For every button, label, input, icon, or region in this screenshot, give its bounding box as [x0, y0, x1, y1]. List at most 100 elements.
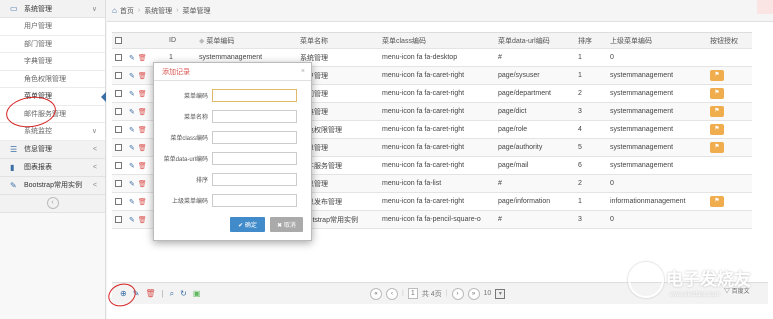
- col-parent[interactable]: 上级菜单编码: [607, 32, 707, 49]
- trash-icon[interactable]: 🗑: [138, 181, 147, 188]
- page-size: 10: [483, 290, 492, 297]
- sidebar-item-user[interactable]: 用户管理: [0, 18, 105, 36]
- col-id[interactable]: ID: [166, 32, 196, 49]
- page-input[interactable]: 1: [407, 288, 418, 299]
- col-name[interactable]: 菜单名称: [297, 32, 379, 49]
- refresh-icon[interactable]: ↻: [180, 289, 187, 299]
- edit-icon[interactable]: ✎: [129, 55, 135, 62]
- trash-icon[interactable]: 🗑: [138, 109, 147, 116]
- cell-class: menu-icon fa fa-caret-right: [379, 156, 495, 175]
- breadcrumb-separator: ›: [176, 7, 179, 14]
- trash-icon[interactable]: 🗑: [138, 163, 147, 170]
- flag-icon[interactable]: ⚑: [710, 106, 724, 117]
- cell-order: 1: [575, 192, 607, 211]
- edit-icon[interactable]: ✎: [129, 199, 135, 206]
- form-row-name: 菜单名称: [154, 108, 311, 125]
- form-row-class: 菜单class编码: [154, 129, 311, 146]
- list-icon: ☰: [10, 144, 18, 154]
- row-checkbox[interactable]: [112, 192, 126, 211]
- sort-icon: ◆: [199, 37, 205, 45]
- flag-icon[interactable]: ⚑: [710, 70, 724, 81]
- last-page-button[interactable]: »: [467, 287, 480, 300]
- breadcrumb-home[interactable]: 首页: [120, 6, 134, 16]
- page-size-select[interactable]: ▼: [495, 288, 506, 299]
- confirm-button[interactable]: ✔ 确定: [230, 217, 265, 232]
- row-checkbox[interactable]: [112, 102, 126, 121]
- prev-page-button[interactable]: ‹: [386, 287, 398, 300]
- breadcrumb: ⌂ 首页 › 系统管理 › 菜单管理: [107, 0, 773, 22]
- page-total: 共 4页: [421, 290, 442, 298]
- breadcrumb-level1[interactable]: 系统管理: [144, 6, 172, 16]
- add-record-dialog: 添加记录 × 菜单编码 菜单名称 菜单class编码 菜单data-url编码 …: [153, 62, 312, 241]
- col-order[interactable]: 排序: [575, 32, 607, 49]
- select-all-checkbox[interactable]: [112, 32, 126, 49]
- order-input[interactable]: [212, 173, 297, 186]
- flag-icon[interactable]: ⚑: [710, 88, 724, 99]
- menu-code-input[interactable]: [212, 89, 297, 102]
- cell-parent: 0: [607, 210, 707, 229]
- trash-icon[interactable]: 🗑: [138, 199, 147, 206]
- edit-icon[interactable]: ✎: [129, 91, 135, 98]
- trash-icon[interactable]: 🗑: [138, 73, 147, 80]
- export-icon[interactable]: ▣: [193, 289, 201, 299]
- edit-icon[interactable]: ✎: [129, 109, 135, 116]
- menu-class-input[interactable]: [212, 131, 297, 144]
- trash-icon[interactable]: 🗑: [138, 217, 147, 224]
- trash-icon[interactable]: 🗑: [138, 91, 147, 98]
- menu-url-input[interactable]: [212, 152, 297, 165]
- flag-icon[interactable]: ⚑: [710, 196, 724, 207]
- col-class[interactable]: 菜单class编码: [379, 32, 495, 49]
- col-code[interactable]: ◆ 菜单编码: [196, 32, 297, 49]
- edit-icon[interactable]: ✎: [129, 217, 135, 224]
- sidebar-collapse[interactable]: ‹: [0, 194, 105, 213]
- dialog-form: 菜单编码 菜单名称 菜单class编码 菜单data-url编码 排序 上级菜单…: [154, 81, 311, 209]
- edit-icon[interactable]: ✎: [129, 145, 135, 152]
- flag-icon[interactable]: ⚑: [710, 142, 724, 153]
- breadcrumb-separator: ›: [137, 7, 141, 14]
- col-url[interactable]: 菜单data-url编码: [495, 32, 575, 49]
- sidebar-group-charts[interactable]: ▮ 图表报表 <: [0, 158, 105, 177]
- trash-icon[interactable]: 🗑: [138, 145, 147, 152]
- row-checkbox[interactable]: [112, 210, 126, 229]
- cell-class: menu-icon fa fa-caret-right: [379, 84, 495, 103]
- cell-url: #: [495, 210, 575, 229]
- row-checkbox[interactable]: [112, 120, 126, 139]
- field-label: 排序: [195, 178, 208, 184]
- edit-icon[interactable]: ✎: [129, 181, 135, 188]
- sidebar-item-department[interactable]: 部门管理: [0, 35, 105, 53]
- home-icon[interactable]: ⌂: [112, 6, 117, 15]
- cell-url: page/department: [495, 84, 575, 103]
- edit-icon: ✎: [10, 180, 17, 190]
- row-checkbox[interactable]: [112, 48, 126, 67]
- cell-order: 2: [575, 84, 607, 103]
- cancel-button[interactable]: ✖ 取消: [270, 217, 303, 232]
- search-icon[interactable]: ⌕: [170, 289, 174, 299]
- cell-class: menu-icon fa fa-caret-right: [379, 66, 495, 85]
- row-checkbox[interactable]: [112, 138, 126, 157]
- edit-icon[interactable]: ✎: [129, 163, 135, 170]
- sidebar-group-information[interactable]: ☰ 信息管理 <: [0, 140, 105, 159]
- next-page-button[interactable]: ›: [451, 287, 464, 300]
- row-checkbox[interactable]: [112, 84, 126, 103]
- row-checkbox[interactable]: [112, 174, 126, 193]
- menu-name-input[interactable]: [212, 110, 297, 123]
- sidebar-item-role[interactable]: 角色权限管理: [0, 70, 105, 88]
- row-checkbox[interactable]: [112, 66, 126, 85]
- trash-icon[interactable]: 🗑: [145, 289, 155, 299]
- edit-icon[interactable]: ✎: [129, 73, 135, 80]
- flag-icon[interactable]: ⚑: [710, 124, 724, 135]
- close-icon[interactable]: ×: [301, 68, 305, 75]
- sidebar-item-dict[interactable]: 字典管理: [0, 53, 105, 71]
- cell-auth: [707, 174, 752, 193]
- first-page-button[interactable]: «: [370, 287, 382, 300]
- parent-code-input[interactable]: [212, 194, 297, 207]
- cell-url: #: [495, 174, 575, 193]
- trash-icon[interactable]: 🗑: [138, 55, 147, 62]
- row-checkbox[interactable]: [112, 156, 126, 175]
- sidebar-group-bootstrap[interactable]: ✎ Bootstrap常用实例 <: [0, 176, 105, 195]
- edit-icon[interactable]: ✎: [129, 127, 135, 134]
- cell-url: page/role: [495, 120, 575, 139]
- trash-icon[interactable]: 🗑: [138, 127, 147, 134]
- collapse-icon[interactable]: ‹: [46, 197, 59, 209]
- sidebar-group-system[interactable]: ▭ 系统管理 ∨: [0, 0, 105, 18]
